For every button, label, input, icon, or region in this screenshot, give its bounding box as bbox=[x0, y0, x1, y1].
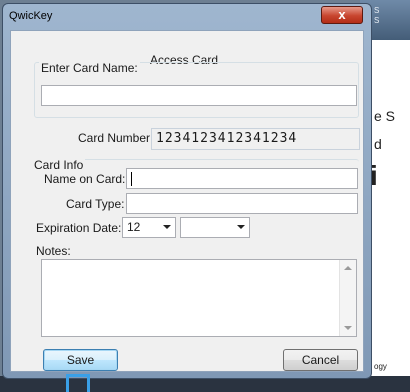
save-button[interactable]: Save bbox=[43, 349, 118, 371]
pointer-indicator bbox=[66, 374, 90, 392]
dialog-client-area: Access Card Enter Card Name: Card Number… bbox=[10, 30, 364, 372]
close-icon: x bbox=[338, 7, 346, 22]
card-name-input[interactable] bbox=[41, 85, 357, 106]
window-title: QwicKey bbox=[9, 10, 53, 22]
notes-scrollbar[interactable] bbox=[339, 260, 356, 336]
expiration-month-value: 12 bbox=[127, 220, 141, 234]
background-text-1: e S bbox=[374, 108, 396, 124]
expiration-month-select[interactable]: 12 bbox=[122, 217, 176, 238]
chevron-down-icon bbox=[163, 225, 171, 229]
text-caret bbox=[131, 171, 132, 186]
notes-label: Notes: bbox=[36, 244, 71, 258]
scroll-down-icon[interactable] bbox=[344, 326, 352, 330]
card-info-legend: Card Info bbox=[32, 158, 86, 172]
expiration-year-select[interactable] bbox=[180, 217, 250, 238]
name-on-card-input[interactable] bbox=[126, 168, 358, 189]
scroll-up-icon[interactable] bbox=[344, 266, 352, 270]
card-number-label: Card Number: bbox=[78, 131, 154, 145]
expiration-date-label: Expiration Date: bbox=[36, 221, 122, 235]
title-bar[interactable]: QwicKey x bbox=[3, 4, 371, 30]
close-button[interactable]: x bbox=[321, 6, 363, 24]
card-type-input[interactable] bbox=[126, 193, 358, 214]
qwickey-dialog: QwicKey x Access Card Enter Card Name: C… bbox=[2, 3, 372, 379]
cancel-button[interactable]: Cancel bbox=[283, 349, 358, 371]
notes-textarea[interactable] bbox=[41, 259, 357, 337]
card-type-label: Card Type: bbox=[66, 197, 125, 211]
background-title-fragment: SS bbox=[374, 6, 380, 25]
name-on-card-label: Name on Card: bbox=[44, 172, 126, 186]
background-text-2: d bbox=[374, 136, 382, 152]
background-text-4: ogy bbox=[374, 362, 387, 371]
card-name-label: Enter Card Name: bbox=[39, 61, 140, 75]
card-number-field: 1234123412341234 bbox=[151, 128, 360, 150]
chevron-down-icon bbox=[237, 225, 245, 229]
